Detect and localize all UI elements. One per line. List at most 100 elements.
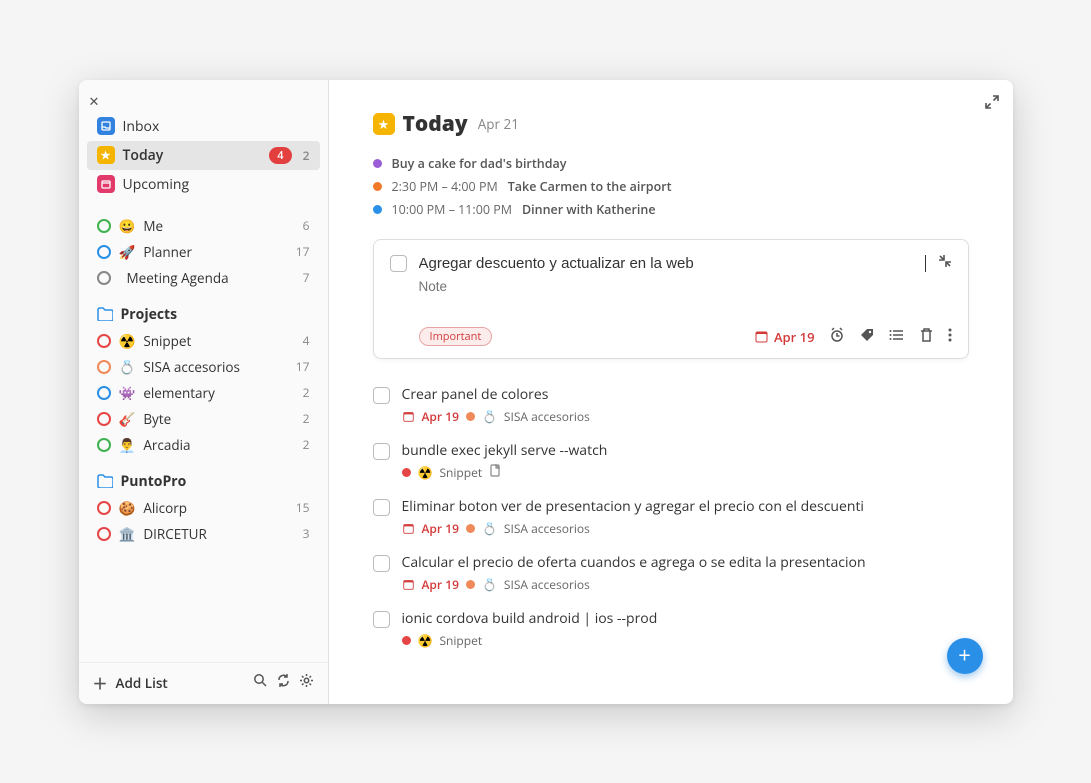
sidebar-list-item[interactable]: 🚀Planner17	[87, 239, 320, 265]
event-dot-icon	[373, 205, 382, 214]
section-projects[interactable]: Projects	[87, 301, 320, 328]
sidebar-scroll: Inbox ★ Today 4 2 Upcoming 😀Me6🚀Planner1…	[79, 80, 328, 662]
list-name: Alicorp	[143, 499, 187, 517]
task-checkbox[interactable]	[373, 555, 390, 572]
calendar-icon	[402, 522, 415, 535]
list-name: elementary	[143, 384, 215, 402]
section-puntopro[interactable]: PuntoPro	[87, 468, 320, 495]
sidebar-footer: ＋ Add List	[79, 662, 328, 704]
task-list: Crear panel de coloresApr 19💍SISA acceso…	[373, 377, 969, 657]
sidebar-list-item[interactable]: 💍SISA accesorios17	[87, 354, 320, 380]
section-puntopro-label: PuntoPro	[121, 472, 187, 491]
list-color-icon	[97, 386, 111, 400]
puntopro-lists: 🍪Alicorp15🏛️DIRCETUR3	[87, 495, 320, 547]
sync-icon[interactable]	[276, 673, 291, 693]
events-list: Buy a cake for dad's birthday2:30 PM – 4…	[373, 152, 969, 221]
task-due: Apr 19	[422, 408, 459, 425]
tag-icon[interactable]	[859, 326, 875, 348]
task-due: Apr 19	[422, 520, 459, 537]
event-dot-icon	[373, 159, 382, 168]
editor-due-date[interactable]: Apr 19	[754, 328, 815, 346]
task-row[interactable]: Eliminar boton ver de presentacion y agr…	[373, 489, 969, 545]
list-name: DIRCETUR	[143, 525, 207, 543]
close-icon[interactable]: ✕	[89, 92, 100, 110]
inbox-icon	[97, 117, 115, 135]
task-meta: Apr 19 💍 SISA accesorios	[402, 520, 969, 537]
task-row[interactable]: Crear panel de coloresApr 19💍SISA acceso…	[373, 377, 969, 433]
list-emoji: 🏛️	[119, 525, 136, 543]
sidebar-list-item[interactable]: 🏛️DIRCETUR3	[87, 521, 320, 547]
sidebar-list-item[interactable]: ☢️Snippet4	[87, 328, 320, 354]
project-emoji: ☢️	[418, 464, 433, 481]
sidebar-list-item[interactable]: 👨‍💼Arcadia2	[87, 432, 320, 458]
task-checkbox[interactable]	[373, 387, 390, 404]
list-emoji: 💍	[119, 358, 136, 376]
app-window: ✕ Inbox ★ Today 4 2 Upcoming	[79, 80, 1013, 704]
list-color-icon	[97, 412, 111, 426]
event-title: Take Carmen to the airport	[508, 178, 672, 195]
section-projects-label: Projects	[121, 305, 178, 324]
task-row[interactable]: Calcular el precio de oferta cuandos e a…	[373, 545, 969, 601]
event-time: 2:30 PM – 4:00 PM	[392, 178, 498, 195]
task-title: ionic cordova build android | ios --prod	[402, 609, 969, 628]
search-icon[interactable]	[253, 673, 268, 693]
project-emoji: 💍	[482, 576, 497, 593]
reminder-icon[interactable]	[829, 326, 845, 348]
task-row[interactable]: ionic cordova build android | ios --prod…	[373, 601, 969, 657]
task-title: Eliminar boton ver de presentacion y agr…	[402, 497, 969, 516]
task-checkbox[interactable]	[373, 611, 390, 628]
task-checkbox[interactable]	[373, 499, 390, 516]
nav-upcoming[interactable]: Upcoming	[87, 170, 320, 199]
project-dot-icon	[402, 468, 411, 477]
sidebar-list-item[interactable]: 🎸Byte2	[87, 406, 320, 432]
settings-icon[interactable]	[299, 673, 314, 693]
project-emoji: 💍	[482, 520, 497, 537]
add-task-fab[interactable]: +	[947, 638, 983, 674]
editor-note-input[interactable]	[419, 279, 596, 294]
sidebar-list-item[interactable]: Meeting Agenda 7	[87, 265, 320, 291]
sidebar-list-item[interactable]: 😀Me6	[87, 213, 320, 239]
list-count: 4	[300, 332, 310, 349]
task-checkbox[interactable]	[373, 443, 390, 460]
delete-icon[interactable]	[919, 326, 934, 348]
page-title-text: Today	[403, 110, 468, 138]
sidebar-list-item[interactable]: 🍪Alicorp15	[87, 495, 320, 521]
nav-inbox-label: Inbox	[123, 117, 160, 136]
today-badge: 4	[269, 147, 291, 164]
task-title: bundle exec jekyll serve --watch	[402, 441, 969, 460]
project-dot-icon	[466, 580, 475, 589]
list-emoji: 😀	[119, 217, 136, 235]
list-count: 7	[300, 269, 310, 286]
project-emoji: 💍	[482, 408, 497, 425]
task-row[interactable]: bundle exec jekyll serve --watch☢️Snippe…	[373, 433, 969, 489]
add-icon[interactable]: ＋	[93, 673, 108, 694]
list-color-icon	[97, 271, 111, 285]
nav-inbox[interactable]: Inbox	[87, 112, 320, 141]
event-row[interactable]: Buy a cake for dad's birthday	[373, 152, 969, 175]
list-name: Meeting Agenda	[127, 269, 229, 287]
editor-label-important[interactable]: Important	[419, 327, 493, 346]
more-icon[interactable]	[948, 326, 952, 348]
task-meta: Apr 19💍SISA accesorios	[402, 408, 969, 425]
sidebar-list-item[interactable]: 👾elementary2	[87, 380, 320, 406]
expand-icon[interactable]	[985, 92, 999, 114]
collapse-icon[interactable]	[938, 254, 952, 273]
event-row[interactable]: 10:00 PM – 11:00 PMDinner with Katherine	[373, 198, 969, 221]
page-date: Apr 21	[478, 115, 519, 133]
list-count: 2	[300, 410, 310, 427]
checklist-icon[interactable]	[889, 326, 905, 348]
event-row[interactable]: 2:30 PM – 4:00 PM Take Carmen to the airp…	[373, 175, 969, 198]
event-dot-icon	[373, 182, 382, 191]
nav-today[interactable]: ★ Today 4 2	[87, 141, 320, 170]
list-count: 2	[300, 436, 310, 453]
nav-upcoming-label: Upcoming	[123, 175, 190, 194]
add-list-button[interactable]: Add List	[116, 674, 168, 692]
editor-checkbox[interactable]	[390, 255, 407, 272]
list-name: Me	[143, 217, 163, 235]
task-editor-card: Important Apr 19	[373, 239, 969, 359]
task-meta: Apr 19💍SISA accesorios	[402, 576, 969, 593]
project-name: SISA accesorios	[504, 520, 590, 537]
project-emoji: ☢️	[418, 632, 433, 649]
editor-title-input[interactable]	[419, 255, 926, 272]
star-icon: ★	[373, 113, 395, 135]
